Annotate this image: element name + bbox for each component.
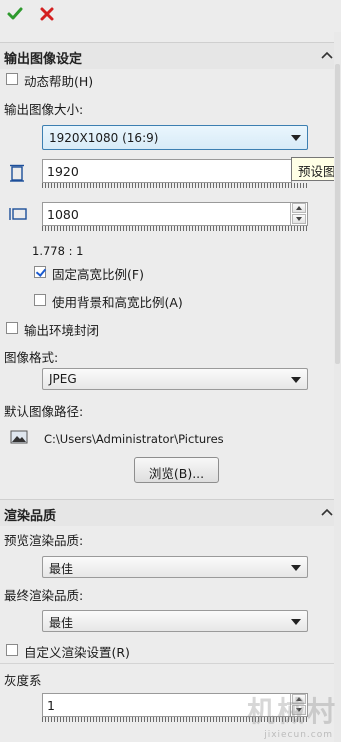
width-input[interactable]: 1920 — [42, 159, 292, 183]
width-icon — [10, 164, 24, 182]
watermark-url: jixiecun.com — [264, 730, 333, 740]
output-settings-title: 输出图像设定 — [4, 52, 83, 67]
fixed-ratio-checkbox[interactable] — [34, 266, 46, 278]
width-thumbwheel[interactable] — [42, 183, 308, 188]
browse-button-label: 浏览(B)... — [148, 466, 205, 481]
render-quality-title: 渲染品质 — [4, 509, 57, 524]
image-format-label: 图像格式: — [4, 350, 59, 365]
image-size-select-value: 1920X1080 (16:9) — [49, 131, 159, 145]
height-spinner[interactable] — [290, 203, 307, 225]
chevron-down-icon — [291, 619, 301, 625]
image-size-label: 输出图像大小: — [4, 102, 84, 117]
default-path-value: C:\Users\Administrator\Pictures — [44, 432, 224, 446]
preview-quality-select[interactable]: 最佳 — [42, 556, 308, 578]
chevron-down-icon — [291, 377, 301, 383]
bg-ratio-checkbox[interactable] — [34, 294, 46, 306]
picture-folder-icon — [10, 430, 28, 444]
default-path-label: 默认图像路径: — [4, 404, 84, 419]
image-size-select[interactable]: 1920X1080 (16:9) — [42, 125, 308, 150]
final-quality-select-value: 最佳 — [49, 616, 74, 630]
gamma-input-value: 1 — [47, 698, 55, 713]
dynamic-help-label: 动态帮助(H) — [24, 74, 94, 89]
preview-quality-label: 预览渲染品质: — [4, 533, 84, 548]
gamma-label: 灰度系 — [4, 673, 42, 688]
scrollbar-thumb[interactable] — [335, 64, 340, 364]
watermark: 机械村 — [246, 695, 337, 728]
preview-quality-select-value: 最佳 — [49, 562, 74, 576]
image-format-select-value: JPEG — [49, 372, 77, 386]
browse-button[interactable]: 浏览(B)... — [134, 457, 219, 483]
spin-up-icon[interactable] — [292, 203, 306, 213]
chevron-down-icon — [291, 135, 301, 141]
preset-tooltip-text: 预设图 — [298, 164, 336, 179]
chevron-up-icon[interactable] — [321, 50, 333, 60]
chevron-down-icon — [291, 565, 301, 571]
output-settings-header[interactable]: 输出图像设定 — [0, 42, 341, 69]
width-input-value: 1920 — [47, 164, 79, 179]
aspect-ratio-value: 1.778 : 1 — [32, 244, 84, 258]
output-env-label: 输出环境封闭 — [24, 323, 100, 338]
final-quality-select[interactable]: 最佳 — [42, 610, 308, 632]
output-env-checkbox[interactable] — [6, 322, 18, 334]
fixed-ratio-label: 固定高宽比例(F) — [52, 267, 144, 282]
bg-ratio-label: 使用背景和高宽比例(A) — [52, 295, 183, 310]
close-x-icon[interactable] — [38, 5, 56, 23]
height-input-value: 1080 — [47, 207, 79, 222]
height-thumbwheel[interactable] — [42, 226, 308, 231]
custom-render-label: 自定义渲染设置(R) — [24, 645, 130, 660]
divider — [0, 663, 334, 664]
height-icon — [9, 208, 27, 220]
dynamic-help-checkbox[interactable] — [6, 73, 18, 85]
image-format-select[interactable]: JPEG — [42, 368, 308, 390]
spin-down-icon[interactable] — [292, 214, 306, 224]
height-input[interactable]: 1080 — [42, 202, 308, 226]
render-quality-header[interactable]: 渲染品质 — [0, 499, 341, 526]
final-quality-label: 最终渲染品质: — [4, 588, 84, 603]
checkmark-icon[interactable] — [6, 5, 24, 23]
custom-render-checkbox[interactable] — [6, 644, 18, 656]
chevron-up-icon[interactable] — [321, 507, 333, 517]
